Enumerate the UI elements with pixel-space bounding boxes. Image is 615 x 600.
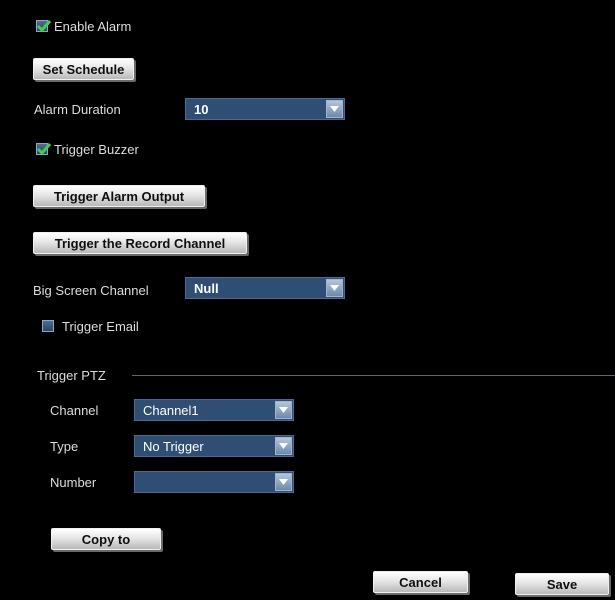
alarm-duration-value: 10 — [194, 102, 209, 117]
trigger-buzzer-label: Trigger Buzzer — [54, 142, 139, 157]
trigger-alarm-output-button[interactable]: Trigger Alarm Output — [33, 185, 205, 207]
copy-to-button[interactable]: Copy to — [51, 528, 161, 550]
enable-alarm-checkbox[interactable] — [36, 20, 52, 33]
enable-alarm-label: Enable Alarm — [54, 19, 132, 34]
ptz-channel-label: Channel — [50, 403, 99, 418]
ptz-type-value: No Trigger — [143, 439, 204, 454]
trigger-email-label: Trigger Email — [62, 319, 139, 334]
chevron-down-icon[interactable] — [326, 279, 343, 297]
trigger-buzzer-checkbox[interactable] — [36, 143, 52, 156]
ptz-channel-select[interactable]: Channel1 — [134, 399, 294, 421]
ptz-type-select[interactable]: No Trigger — [134, 435, 294, 457]
ptz-channel-value: Channel1 — [143, 403, 199, 418]
cancel-button[interactable]: Cancel — [373, 571, 468, 593]
checkmark-icon — [36, 143, 52, 156]
ptz-type-label: Type — [50, 439, 79, 454]
trigger-record-channel-button[interactable]: Trigger the Record Channel — [33, 232, 247, 254]
chevron-down-icon[interactable] — [275, 473, 292, 491]
big-screen-channel-value: Null — [194, 281, 219, 296]
ptz-number-select[interactable] — [134, 471, 294, 493]
trigger-ptz-divider — [132, 375, 615, 376]
trigger-email-checkbox[interactable] — [42, 320, 54, 332]
trigger-ptz-section-label: Trigger PTZ — [37, 368, 106, 383]
checkmark-icon — [36, 20, 52, 33]
big-screen-channel-label: Big Screen Channel — [33, 283, 149, 298]
set-schedule-button[interactable]: Set Schedule — [33, 58, 134, 80]
chevron-down-icon[interactable] — [275, 401, 292, 419]
big-screen-channel-select[interactable]: Null — [185, 277, 345, 299]
alarm-duration-label: Alarm Duration — [34, 102, 121, 117]
chevron-down-icon[interactable] — [326, 100, 343, 118]
save-button[interactable]: Save — [515, 573, 609, 595]
chevron-down-icon[interactable] — [275, 437, 292, 455]
ptz-number-label: Number — [50, 475, 97, 490]
alarm-duration-select[interactable]: 10 — [185, 98, 345, 120]
